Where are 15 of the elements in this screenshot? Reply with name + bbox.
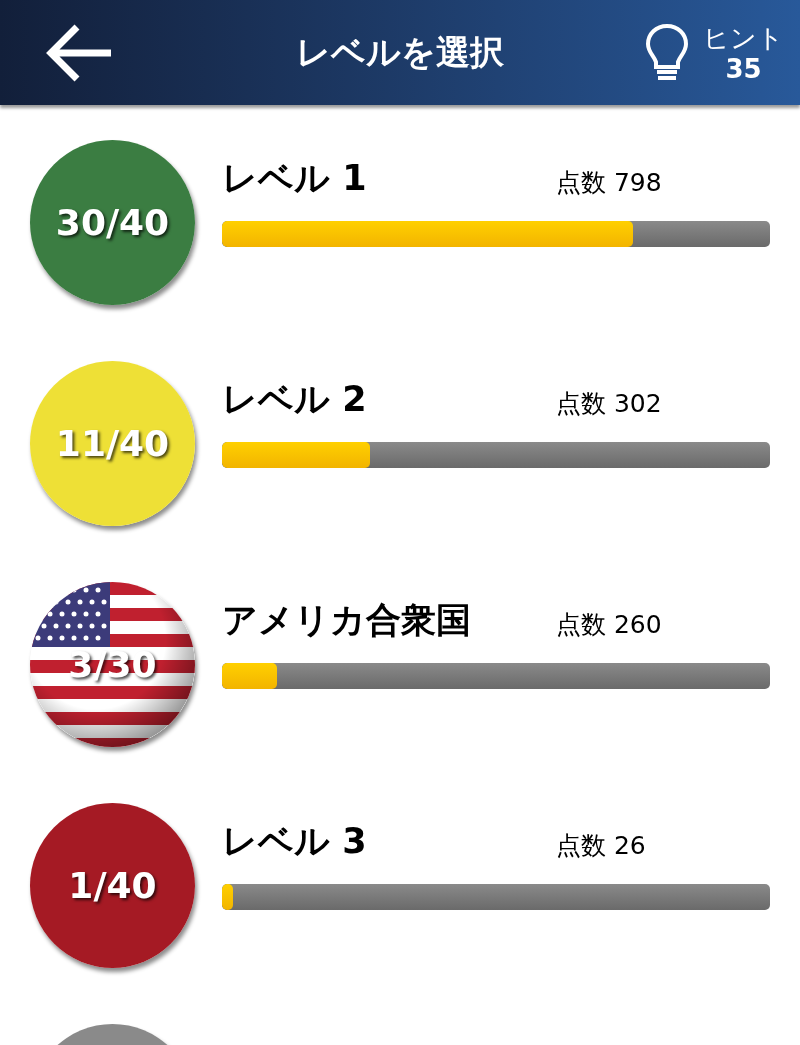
score-text: 点数 260 — [556, 609, 662, 641]
hint-count: 35 — [725, 53, 762, 84]
level-title[interactable]: アメリカ合衆国 — [222, 595, 556, 645]
screen-title: レベルを選択 — [296, 31, 504, 74]
level-title[interactable]: レベル 1 — [222, 153, 556, 203]
score-text: 点数 302 — [556, 388, 662, 420]
score-text: 点数 26 — [556, 830, 646, 862]
progress-count: 30/40 — [55, 200, 170, 245]
progress-count: 1/40 — [68, 863, 157, 908]
lightbulb-icon[interactable] — [645, 22, 689, 83]
hint-label: ヒント — [703, 21, 784, 54]
level-title[interactable]: レベル 3 — [222, 816, 556, 866]
level-title[interactable]: レベル 2 — [222, 374, 556, 424]
progress-count: 11/40 — [55, 421, 170, 466]
score-text: 点数 798 — [556, 167, 662, 199]
